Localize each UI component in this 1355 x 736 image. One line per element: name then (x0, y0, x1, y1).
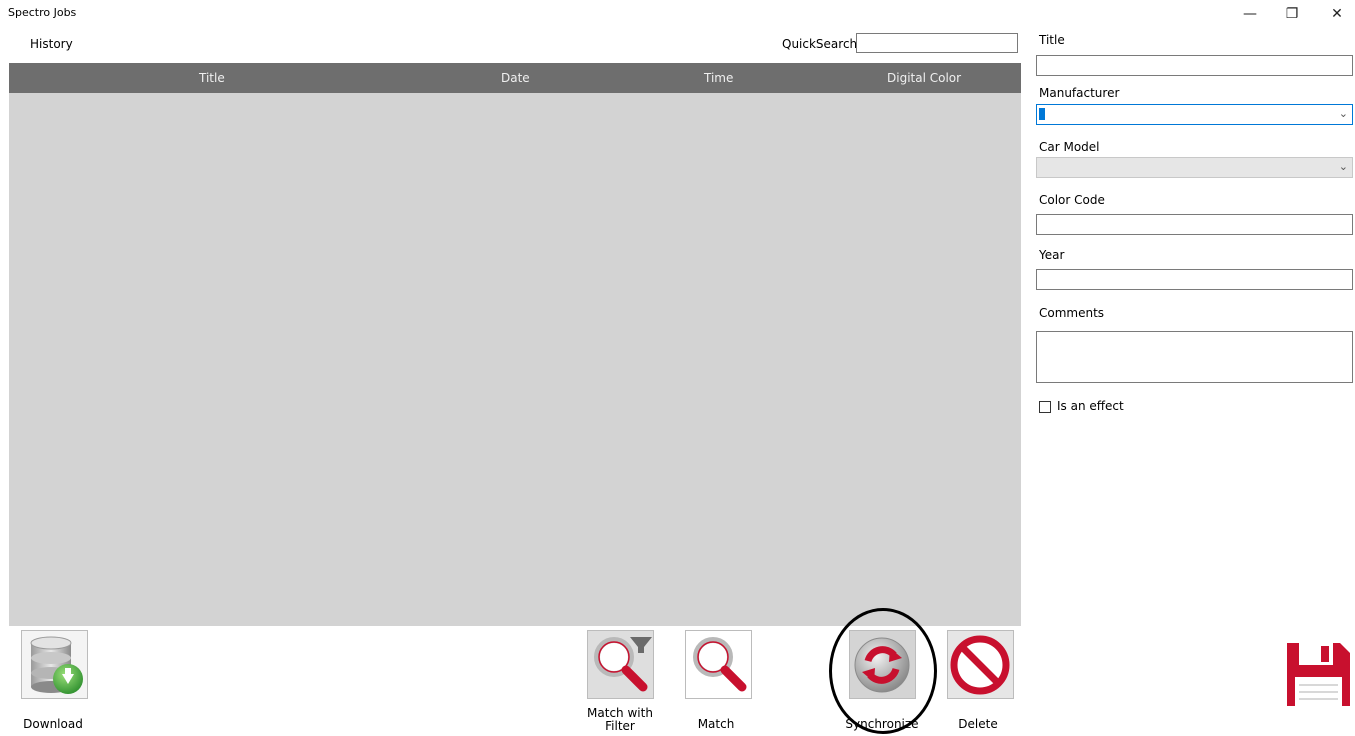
magnifier-icon (686, 631, 751, 698)
color-code-label: Color Code (1039, 193, 1105, 207)
manufacturer-dropdown[interactable]: ⌄ (1036, 104, 1353, 125)
jobs-grid-header: Title Date Time Digital Color (9, 63, 1021, 93)
column-header-time[interactable]: Time (704, 71, 733, 85)
restore-button[interactable]: ❐ (1277, 4, 1307, 24)
column-header-digital-color[interactable]: Digital Color (887, 71, 961, 85)
is-effect-checkbox[interactable] (1039, 401, 1051, 413)
download-label: Download (23, 717, 83, 731)
jobs-grid-body[interactable] (9, 93, 1021, 626)
comments-field[interactable] (1036, 331, 1353, 383)
year-field[interactable] (1036, 269, 1353, 290)
save-button[interactable] (1285, 641, 1352, 708)
column-header-date[interactable]: Date (501, 71, 530, 85)
match-button[interactable] (685, 630, 752, 699)
match-with-filter-label: Match with Filter (575, 707, 665, 733)
close-button[interactable]: ✕ (1322, 4, 1352, 24)
manufacturer-label: Manufacturer (1039, 86, 1120, 100)
match-label: Match (697, 717, 735, 731)
download-button[interactable] (21, 630, 88, 699)
selection-caret (1039, 108, 1045, 120)
car-model-dropdown[interactable]: ⌄ (1036, 157, 1353, 178)
minimize-button[interactable]: — (1235, 4, 1265, 24)
quicksearch-input[interactable] (856, 33, 1018, 53)
title-field[interactable] (1036, 55, 1353, 76)
delete-button[interactable] (947, 630, 1014, 699)
window-title: Spectro Jobs (8, 6, 77, 19)
quicksearch-label: QuickSearch (782, 37, 858, 51)
delete-label: Delete (958, 717, 998, 731)
database-download-icon (30, 636, 83, 694)
match-with-filter-label-line2: Filter (605, 719, 635, 733)
history-label: History (30, 37, 73, 51)
match-with-filter-button[interactable] (587, 630, 654, 699)
title-field-label: Title (1039, 33, 1065, 47)
year-label: Year (1039, 248, 1065, 262)
comments-label: Comments (1039, 306, 1105, 320)
chevron-down-icon: ⌄ (1338, 107, 1348, 120)
chevron-down-icon: ⌄ (1338, 160, 1348, 173)
magnifier-filter-icon (588, 631, 653, 698)
is-effect-label: Is an effect (1057, 399, 1124, 413)
column-header-title[interactable]: Title (199, 71, 225, 85)
floppy-disk-icon (1287, 643, 1350, 706)
car-model-label: Car Model (1039, 140, 1100, 154)
highlight-circle (829, 608, 937, 734)
color-code-field[interactable] (1036, 214, 1353, 235)
prohibited-icon (948, 631, 1013, 698)
